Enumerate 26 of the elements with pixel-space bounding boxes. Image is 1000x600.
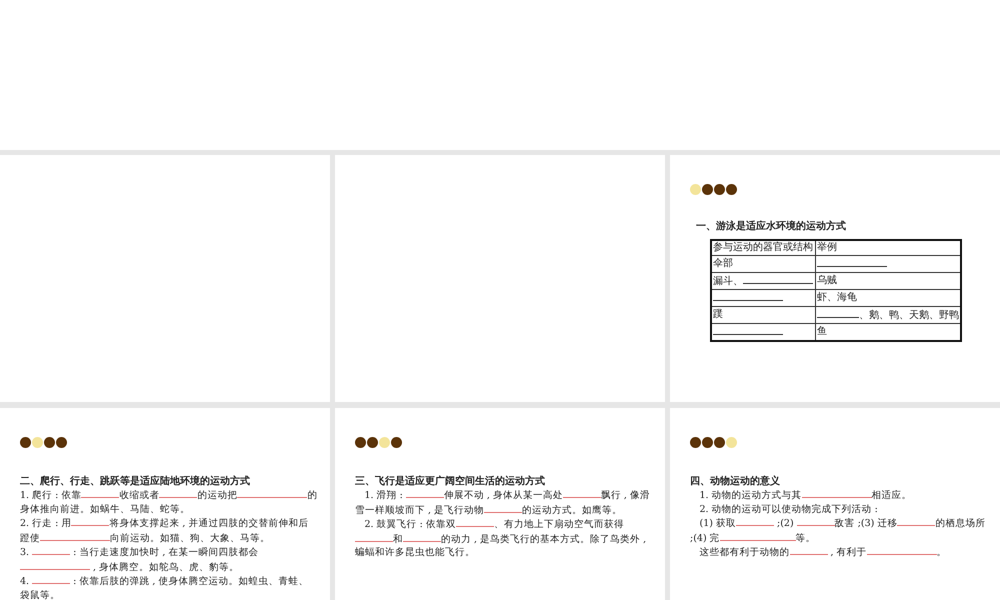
paragraph: 2. 动物的运动可以使动物完成下列活动 : bbox=[698, 502, 879, 516]
table-cell: 伞部 bbox=[711, 256, 816, 272]
slide-heading: 三、飞行是适应更广阔空间生活的运动方式 bbox=[355, 475, 546, 488]
table-cell: 蹼 bbox=[711, 306, 816, 324]
slide-heading: 二、爬行、行走、跳跃等是适应陆地环境的运动方式 bbox=[20, 475, 251, 488]
paragraph: (1) 获取 ;(2) 敌害 ;(3) 迁移 的栖息场所 ;(4) 完 等。 bbox=[690, 516, 986, 545]
paragraph: 2. 行走 : 用 将身体支撑起来 , 并通过四肢的交替前伸和后蹬使 向前运动。如猫、狗、大象、马等。 bbox=[20, 516, 310, 545]
column-header: 参与运动的器官或结构 bbox=[711, 240, 816, 256]
slide-heading: 四、动物运动的意义 bbox=[690, 475, 781, 488]
slide-thumbnail[interactable] bbox=[335, 155, 665, 402]
paragraph: 这些都有利于动物的 , 有利于 。 bbox=[698, 545, 948, 560]
slide-thumbnail[interactable]: 一、游泳是适应水环境的运动方式 参与运动的器官或结构 举例 伞部 漏斗、 乌贼 虾、海龟 蹼 、鹅、鸭、天鹅、野鸭 鱼 bbox=[670, 155, 1000, 402]
paragraph: 1. 爬行 : 依靠 收缩或者 的运动把 的身体推向前进。如蜗牛、马陆、蛇等。 bbox=[20, 488, 318, 516]
paragraph: 2. 鼓翼飞行 : 依靠双 、有力地上下扇动空气而获得 和 的动力 , 是鸟类飞行的基本方式。除了鸟类外 , 蝙蝠和许多昆虫也能飞行。 bbox=[355, 517, 648, 560]
paragraph: 1. 动物的运动方式与其 相适应。 bbox=[698, 488, 913, 502]
paragraph: 4. : 依靠后肢的弹跳 , 使身体腾空运动。如蝗虫、青蛙、袋鼠等。 bbox=[20, 574, 310, 600]
slide-thumbnail[interactable] bbox=[0, 155, 330, 402]
paragraph: 1. 滑翔 : 伸展不动 , 身体从某一高处 飘行 , 像滑雪一样顺坡而下 , 是飞行动物 的运动方式。如鹰等。 bbox=[355, 488, 651, 517]
paragraph: 3. : 当行走速度加快时 , 在某一瞬间四肢都会 , 身体腾空。如鸵鸟、虎、豹等。 bbox=[20, 545, 260, 574]
column-header: 举例 bbox=[816, 240, 961, 256]
table-cell: 虾、海龟 bbox=[816, 290, 961, 306]
table-cell: 、鹅、鸭、天鹅、野鸭 bbox=[816, 306, 961, 324]
slide-heading: 一、游泳是适应水环境的运动方式 bbox=[696, 220, 847, 233]
slide-thumbnail[interactable] bbox=[0, 0, 1000, 150]
table-cell: 漏斗、 bbox=[711, 272, 816, 290]
table-cell: 乌贼 bbox=[816, 272, 961, 290]
